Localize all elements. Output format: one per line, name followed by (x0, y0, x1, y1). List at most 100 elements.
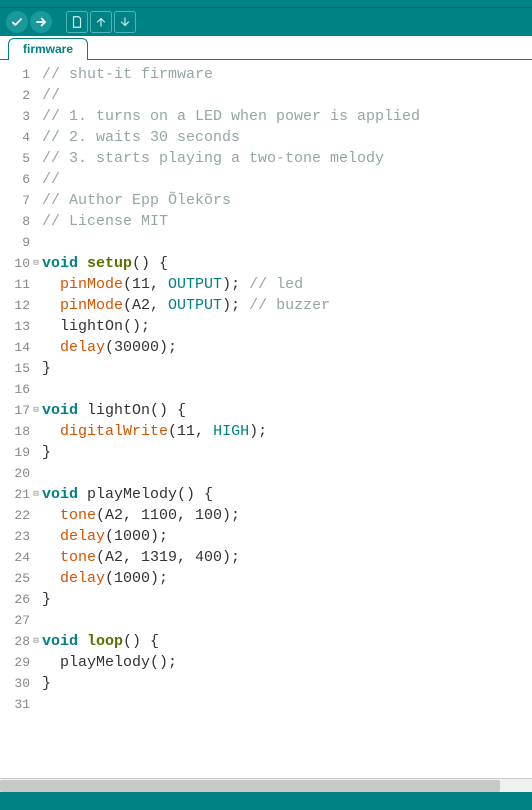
fold-marker[interactable]: ⊟ (32, 253, 40, 274)
fold-marker (32, 547, 40, 568)
code-line[interactable]: pinMode(A2, OUTPUT); // buzzer (42, 295, 532, 316)
line-number: 17 (0, 400, 30, 421)
line-number: 30 (0, 673, 30, 694)
save-sketch-button[interactable] (114, 11, 136, 33)
new-sketch-button[interactable] (66, 11, 88, 33)
line-number: 12 (0, 295, 30, 316)
fold-marker (32, 526, 40, 547)
line-number: 19 (0, 442, 30, 463)
line-number: 1 (0, 64, 30, 85)
window-titlebar (0, 0, 532, 8)
code-line[interactable]: // Author Epp Õlekõrs (42, 190, 532, 211)
code-line[interactable]: tone(A2, 1319, 400); (42, 547, 532, 568)
tab-bar: firmware (0, 36, 532, 60)
line-number: 29 (0, 652, 30, 673)
fold-marker (32, 421, 40, 442)
line-number: 28 (0, 631, 30, 652)
line-number: 6 (0, 169, 30, 190)
fold-marker (32, 295, 40, 316)
code-line[interactable]: delay(1000); (42, 568, 532, 589)
code-line[interactable]: void playMelody() { (42, 484, 532, 505)
line-number: 2 (0, 85, 30, 106)
horizontal-scrollbar[interactable] (0, 778, 532, 792)
line-number: 21 (0, 484, 30, 505)
arrow-right-icon (34, 15, 48, 29)
code-line[interactable] (42, 232, 532, 253)
line-number: 11 (0, 274, 30, 295)
line-number: 13 (0, 316, 30, 337)
code-line[interactable]: pinMode(11, OUTPUT); // led (42, 274, 532, 295)
line-number: 22 (0, 505, 30, 526)
arrow-down-icon (118, 15, 132, 29)
code-line[interactable]: delay(30000); (42, 337, 532, 358)
line-number: 4 (0, 127, 30, 148)
fold-marker (32, 358, 40, 379)
line-number: 16 (0, 379, 30, 400)
code-line[interactable] (42, 610, 532, 631)
fold-marker (32, 316, 40, 337)
fold-marker (32, 85, 40, 106)
code-area[interactable]: // shut-it firmware//// 1. turns on a LE… (40, 60, 532, 778)
line-number: 26 (0, 589, 30, 610)
line-number-gutter: 1234567891011121314151617181920212223242… (0, 60, 32, 778)
fold-marker (32, 673, 40, 694)
code-line[interactable]: // 3. starts playing a two-tone melody (42, 148, 532, 169)
fold-marker (32, 169, 40, 190)
line-number: 23 (0, 526, 30, 547)
arrow-up-icon (94, 15, 108, 29)
line-number: 31 (0, 694, 30, 715)
code-line[interactable]: lightOn(); (42, 316, 532, 337)
fold-marker[interactable]: ⊟ (32, 484, 40, 505)
fold-marker (32, 211, 40, 232)
code-line[interactable]: } (42, 589, 532, 610)
fold-marker (32, 505, 40, 526)
fold-marker (32, 463, 40, 484)
code-line[interactable]: void loop() { (42, 631, 532, 652)
code-line[interactable]: } (42, 442, 532, 463)
code-editor[interactable]: 1234567891011121314151617181920212223242… (0, 60, 532, 778)
line-number: 20 (0, 463, 30, 484)
code-line[interactable] (42, 463, 532, 484)
code-line[interactable]: delay(1000); (42, 526, 532, 547)
code-line[interactable]: playMelody(); (42, 652, 532, 673)
fold-column: ⊟ ⊟ ⊟ ⊟ (32, 60, 40, 778)
code-line[interactable] (42, 379, 532, 400)
fold-marker (32, 274, 40, 295)
code-line[interactable]: // License MIT (42, 211, 532, 232)
upload-button[interactable] (30, 11, 52, 33)
code-line[interactable]: } (42, 673, 532, 694)
check-icon (10, 15, 24, 29)
code-line[interactable]: // 2. waits 30 seconds (42, 127, 532, 148)
scrollbar-thumb[interactable] (0, 780, 500, 792)
code-line[interactable] (42, 694, 532, 715)
code-line[interactable]: } (42, 358, 532, 379)
code-line[interactable]: // shut-it firmware (42, 64, 532, 85)
fold-marker (32, 337, 40, 358)
code-line[interactable]: // 1. turns on a LED when power is appli… (42, 106, 532, 127)
fold-marker (32, 232, 40, 253)
line-number: 5 (0, 148, 30, 169)
fold-marker (32, 589, 40, 610)
line-number: 24 (0, 547, 30, 568)
fold-marker (32, 64, 40, 85)
line-number: 18 (0, 421, 30, 442)
tab-firmware[interactable]: firmware (8, 38, 88, 60)
open-sketch-button[interactable] (90, 11, 112, 33)
code-line[interactable]: void lightOn() { (42, 400, 532, 421)
line-number: 7 (0, 190, 30, 211)
line-number: 10 (0, 253, 30, 274)
code-line[interactable]: // (42, 169, 532, 190)
status-bar (0, 792, 532, 810)
line-number: 9 (0, 232, 30, 253)
code-line[interactable]: void setup() { (42, 253, 532, 274)
fold-marker[interactable]: ⊟ (32, 400, 40, 421)
verify-button[interactable] (6, 11, 28, 33)
fold-marker[interactable]: ⊟ (32, 631, 40, 652)
fold-marker (32, 127, 40, 148)
code-line[interactable]: digitalWrite(11, HIGH); (42, 421, 532, 442)
fold-marker (32, 610, 40, 631)
line-number: 3 (0, 106, 30, 127)
fold-marker (32, 190, 40, 211)
code-line[interactable]: // (42, 85, 532, 106)
code-line[interactable]: tone(A2, 1100, 100); (42, 505, 532, 526)
